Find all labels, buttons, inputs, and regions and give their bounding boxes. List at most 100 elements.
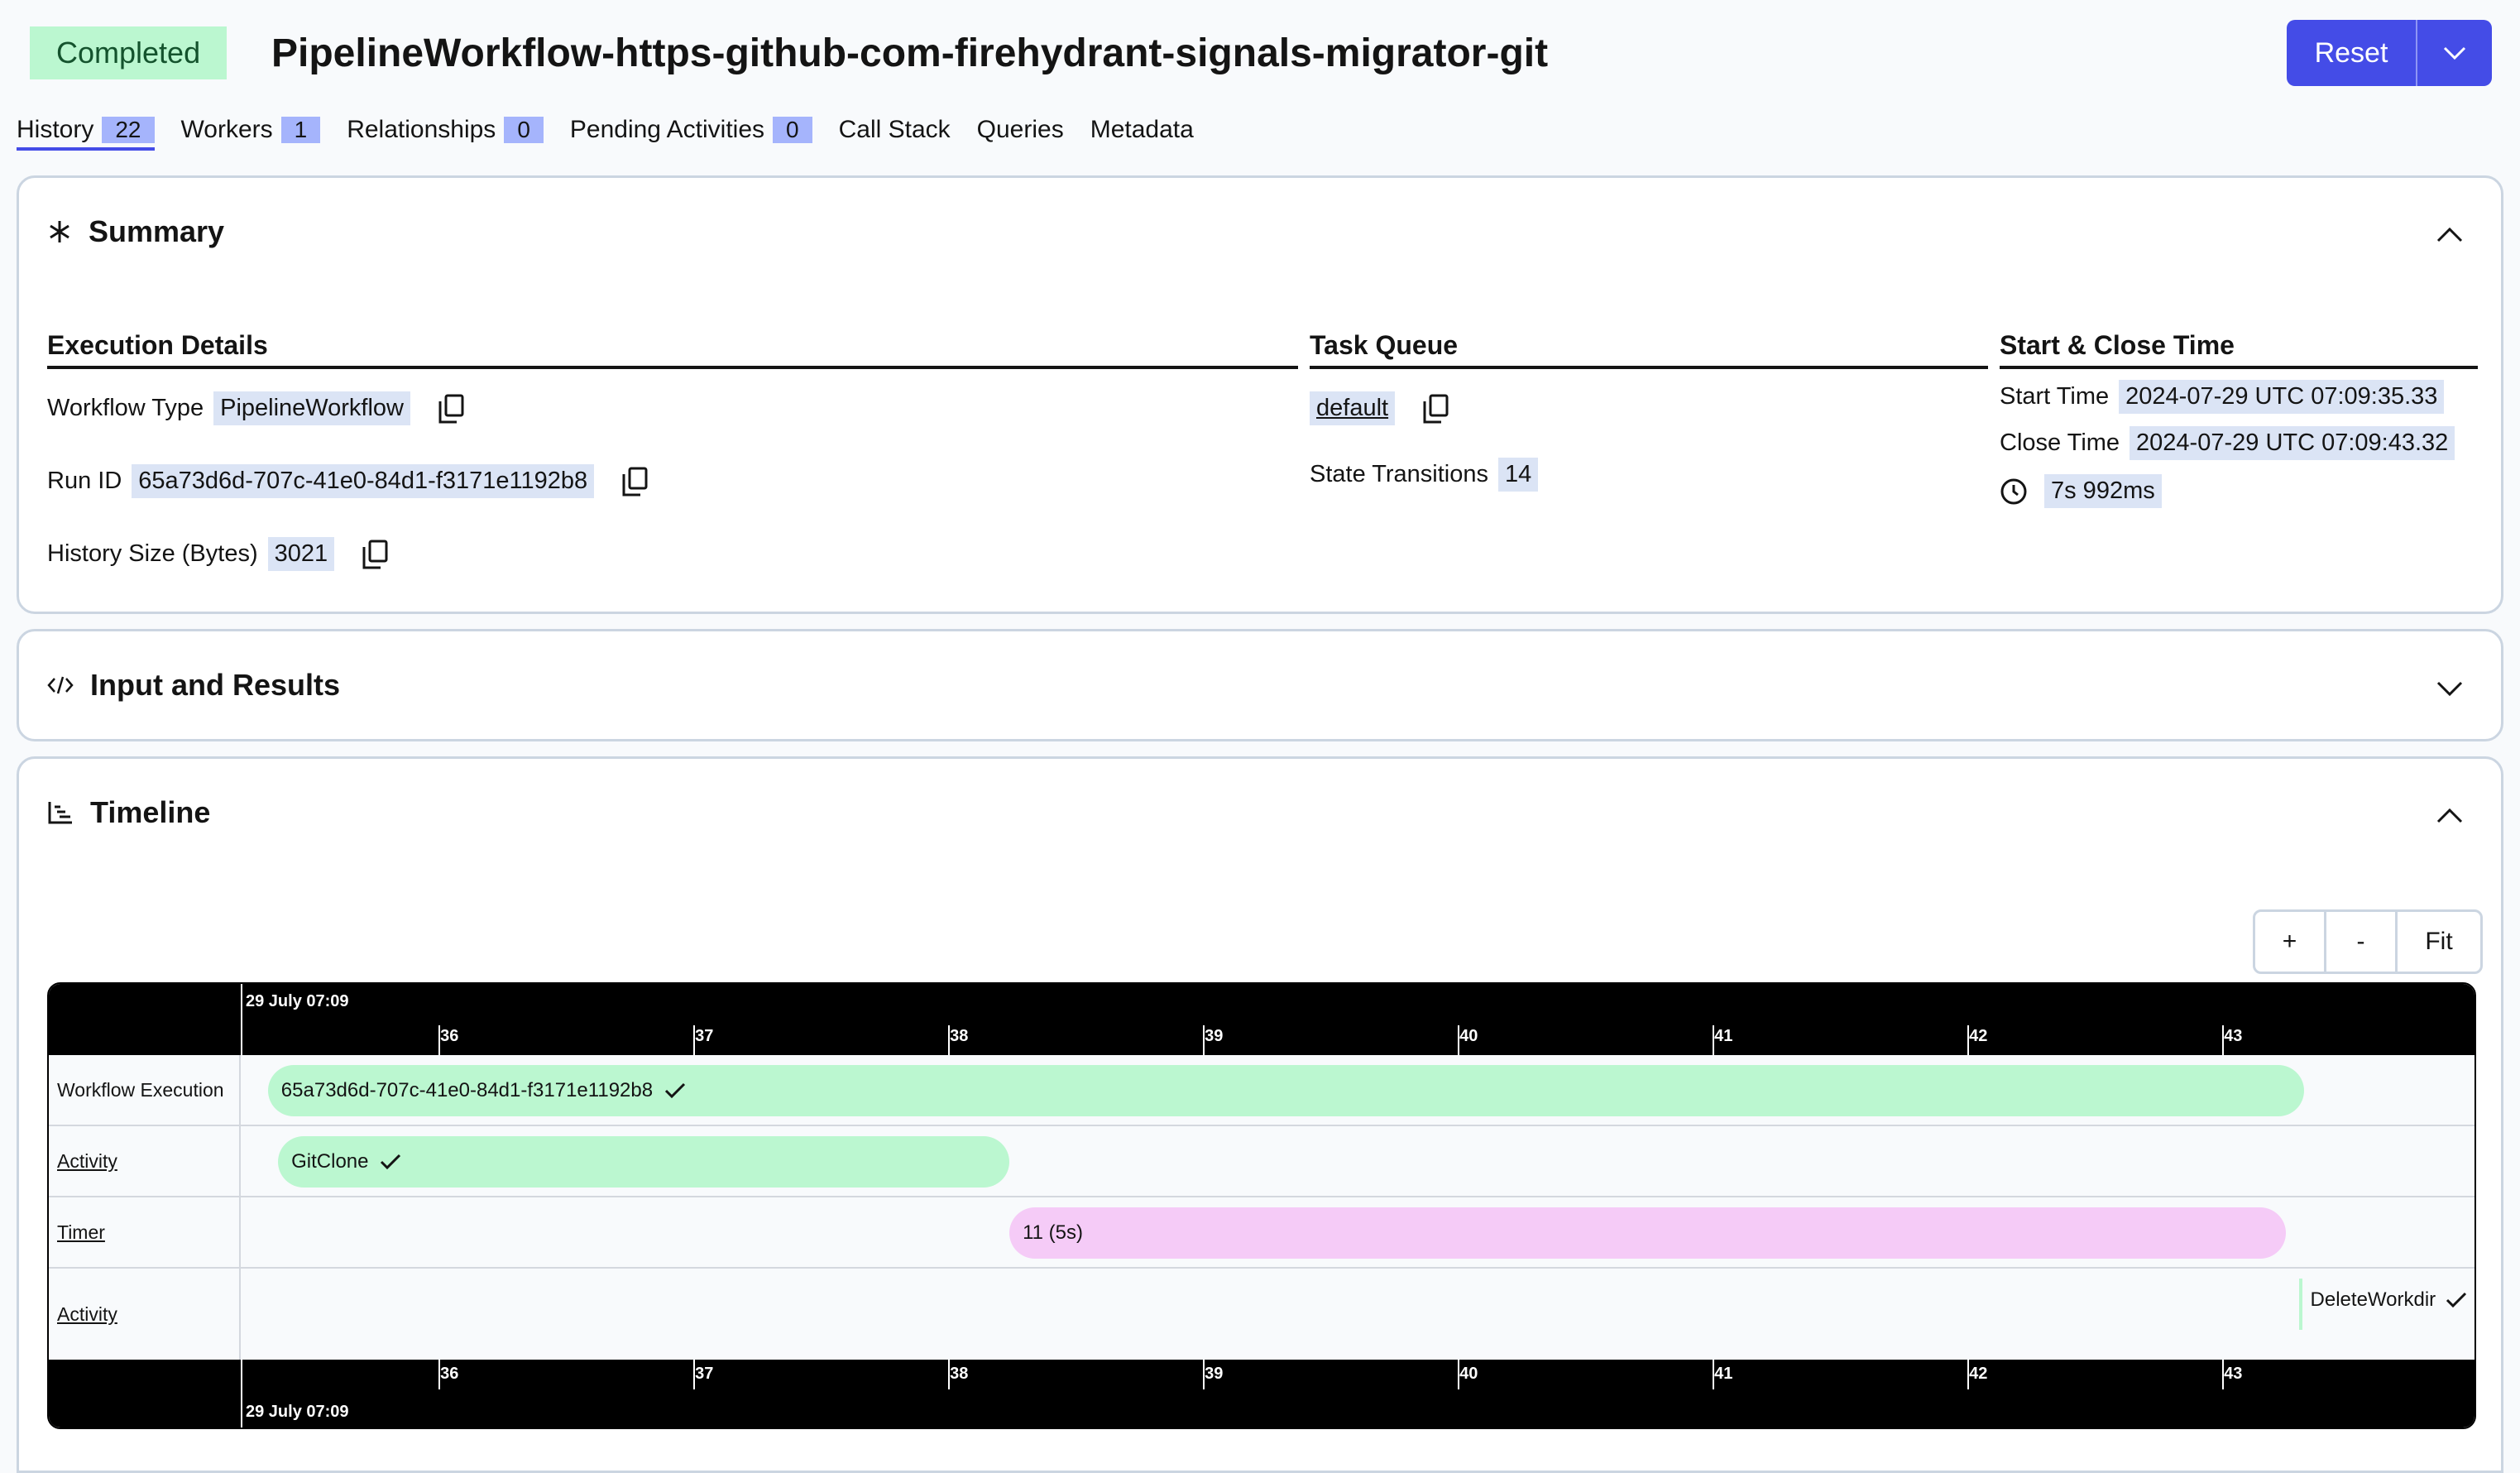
copy-icon[interactable] [1421,393,1449,425]
tab-workers[interactable]: Workers 1 [181,109,321,151]
copy-icon[interactable] [437,393,465,425]
gitclone-activity-bar[interactable]: GitClone [278,1136,1010,1188]
timeline-row-timer: Timer 11 (5s) [49,1197,2474,1269]
asterisk-icon [50,221,69,242]
execution-details-heading: Execution Details [47,330,1298,369]
close-time-label: Close Time [2000,429,2120,456]
axis-tick-label: 36 [440,1365,459,1383]
start-time-label: Start Time [2000,383,2110,410]
start-time-row: Start Time 2024-07-29 UTC 07:09:35.33 [2000,380,2445,414]
check-icon [2446,1292,2467,1308]
history-size-label: History Size (Bytes) [47,540,258,567]
workflow-execution-bar[interactable]: 65a73d6d-707c-41e0-84d1-f3171e1192b8 [267,1065,2304,1116]
history-size-row: History Size (Bytes) 3021 [47,537,389,571]
copy-icon[interactable] [361,539,389,570]
input-results-header[interactable]: Input and Results [47,665,340,706]
zoom-in-button[interactable]: + [2255,912,2326,972]
close-time-row: Close Time 2024-07-29 UTC 07:09:43.32 [2000,426,2455,460]
timeline-chart-icon [48,802,72,824]
close-time-value: 2024-07-29 UTC 07:09:43.32 [2130,426,2455,460]
input-results-title: Input and Results [90,668,341,702]
tab-history[interactable]: History 22 [17,109,155,151]
axis-tick-label: 41 [1714,1365,1733,1383]
axis-tick-label: 37 [695,1027,714,1045]
zoom-out-button[interactable]: - [2326,912,2398,972]
axis-tick-label: 43 [2224,1027,2243,1045]
chevron-up-icon[interactable] [2435,224,2465,244]
check-icon [665,1082,686,1099]
row-label: Workflow Execution [49,1055,241,1125]
zoom-controls: + - Fit [2253,909,2483,974]
axis-tick-label: 38 [950,1365,969,1383]
tab-label: Metadata [1090,116,1194,143]
bar-label: DeleteWorkdir [2310,1288,2436,1311]
axis-tick-label: 42 [1969,1365,1988,1383]
workflow-type-value: PipelineWorkflow [213,391,410,425]
bar-label: GitClone [291,1150,369,1173]
tab-bar: History 22 Workers 1 Relationships 0 Pen… [17,109,1194,151]
start-close-heading: Start & Close Time [2000,330,2478,369]
workflow-type-row: Workflow Type PipelineWorkflow [47,391,465,425]
chevron-down-icon [2443,46,2466,60]
duration-value: 7s 992ms [2044,474,2162,508]
axis-tick-label: 36 [440,1027,459,1045]
run-id-row: Run ID 65a73d6d-707c-41e0-84d1-f3171e119… [47,464,649,498]
summary-title: Summary [89,214,225,248]
tab-label: History [17,116,94,143]
axis-tick-label: 41 [1714,1027,1733,1045]
tab-call-stack[interactable]: Call Stack [839,109,951,151]
tab-label: Queries [976,116,1064,143]
workflow-type-label: Workflow Type [47,395,204,421]
deleteworkdir-activity-marker[interactable] [2298,1279,2302,1330]
check-icon [381,1154,401,1170]
summary-card: Summary Execution Details Workflow Type … [17,175,2503,614]
deleteworkdir-activity-label[interactable]: DeleteWorkdir [2311,1288,2468,1312]
status-badge: Completed [30,26,228,79]
state-transitions-value: 14 [1498,458,1539,492]
tab-label: Workers [180,116,273,143]
workflow-title: PipelineWorkflow-https-github-com-firehy… [271,31,1549,75]
axis-tick-label: 40 [1459,1027,1478,1045]
chevron-up-icon[interactable] [2435,805,2465,825]
row-label-link[interactable]: Activity [49,1126,241,1196]
reset-options-button[interactable] [2417,20,2492,86]
row-label-link[interactable]: Timer [49,1197,241,1267]
timeline-row-workflow: Workflow Execution 65a73d6d-707c-41e0-84… [49,1055,2474,1126]
run-id-value: 65a73d6d-707c-41e0-84d1-f3171e1192b8 [132,464,595,498]
summary-header[interactable]: Summary [47,211,224,252]
tab-label: Relationships [347,116,496,143]
row-label-link[interactable]: Activity [49,1269,241,1360]
bar-label: 65a73d6d-707c-41e0-84d1-f3171e1192b8 [280,1079,654,1101]
axis-date-label: 29 July 07:09 [246,1403,349,1421]
timer-bar[interactable]: 11 (5s) [1009,1207,2287,1259]
task-queue-row: default [1310,391,1449,425]
start-time-value: 2024-07-29 UTC 07:09:35.33 [2119,380,2445,414]
axis-tick-label: 42 [1969,1027,1988,1045]
tab-metadata[interactable]: Metadata [1090,109,1194,151]
clock-icon [2000,478,2027,504]
tab-queries[interactable]: Queries [977,109,1064,151]
task-queue-link[interactable]: default [1310,391,1396,425]
chevron-down-icon[interactable] [2435,678,2465,698]
axis-tick-label: 40 [1459,1365,1478,1383]
tab-relationships[interactable]: Relationships 0 [347,109,544,151]
copy-icon[interactable] [620,466,649,497]
workflow-header: Completed PipelineWorkflow-https-github-… [0,0,2520,108]
reset-button-group: Reset [2287,20,2492,86]
timeline-card: Timeline + - Fit 29 July 07:09 36 37 38 39 4… [17,756,2503,1473]
code-icon [47,676,74,694]
run-id-label: Run ID [47,468,122,494]
tab-count: 0 [504,117,544,143]
axis-tick-label: 39 [1205,1027,1224,1045]
input-results-card[interactable]: Input and Results [17,629,2503,741]
timeline-header[interactable]: Timeline [47,792,210,833]
timeline-row-activity-gitclone: Activity GitClone [49,1126,2474,1197]
timeline-axis-top: 29 July 07:09 36373839404142434 [49,984,2474,1055]
timeline-chart: 29 July 07:09 36373839404142434 Workflow… [47,982,2476,1429]
tab-label: Call Stack [838,116,951,143]
reset-button[interactable]: Reset [2287,20,2417,86]
tab-pending-activities[interactable]: Pending Activities 0 [570,109,812,151]
timeline-axis-bottom: 29 July 07:09 36373839404142434 [49,1360,2474,1427]
axis-tick-label: 37 [695,1365,714,1383]
fit-button[interactable]: Fit [2398,912,2480,972]
